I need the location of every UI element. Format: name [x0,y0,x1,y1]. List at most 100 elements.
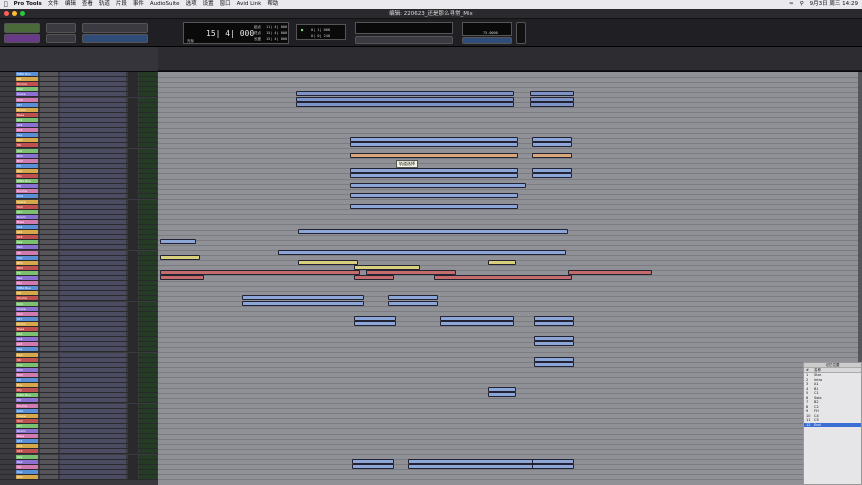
track-buttons[interactable] [40,423,58,428]
track-name[interactable]: Gt1 [16,225,38,229]
audio-clip[interactable] [278,249,566,255]
inserts-view[interactable] [60,434,126,439]
track-name[interactable]: Gt3 [16,342,38,347]
track-volume[interactable] [139,332,157,337]
track-buttons[interactable] [40,378,58,382]
track-volume[interactable] [139,383,157,388]
inserts-view[interactable] [60,225,126,229]
inserts-view[interactable] [60,199,126,204]
track-volume[interactable] [139,189,157,194]
menu-file[interactable]: 文件 [48,0,59,9]
inserts-view[interactable] [60,429,126,433]
inserts-view[interactable] [60,163,126,168]
inserts-view[interactable] [60,77,126,82]
track-volume[interactable] [139,225,157,229]
inserts-view[interactable] [60,342,126,347]
inserts-view[interactable] [60,449,126,454]
inserts-view[interactable] [60,194,126,199]
track-name[interactable]: Gt3 [16,235,38,240]
track-name[interactable]: Key [16,133,38,138]
track-volume[interactable] [139,235,157,240]
inserts-view[interactable] [60,357,126,362]
track-volume[interactable] [139,281,157,286]
track-volume[interactable] [139,372,157,377]
audio-clip[interactable] [388,300,438,306]
track-name[interactable]: Key [16,240,38,245]
audio-clip[interactable] [352,463,394,469]
track-volume[interactable] [139,174,157,178]
track-volume[interactable] [139,209,157,214]
inserts-view[interactable] [60,439,126,444]
audio-clip[interactable] [160,254,200,260]
inserts-view[interactable] [60,454,126,459]
inserts-view[interactable] [60,204,126,209]
col-num[interactable]: # [804,368,814,372]
zoom-buttons[interactable] [46,23,76,33]
inserts-view[interactable] [60,291,126,296]
track-volume[interactable] [139,219,157,224]
track-name[interactable]: Key [16,454,38,459]
edit-window-playlist[interactable] [158,72,862,485]
inserts-view[interactable] [60,474,126,479]
start-value[interactable]: 11| 4| 000 [266,25,287,29]
audio-clip[interactable] [408,463,544,469]
inserts-view[interactable] [60,403,126,408]
inserts-view[interactable] [60,337,126,342]
inserts-view[interactable] [60,270,126,275]
track-name[interactable]: BV1 [16,153,38,158]
search-icon[interactable]: ⚲ [800,0,804,9]
track-name[interactable]: Rev [16,168,38,173]
track-buttons[interactable] [40,403,58,408]
track-buttons[interactable] [40,393,58,398]
audio-clip[interactable] [534,341,574,347]
track-name[interactable]: Pad [16,459,38,464]
track-name[interactable]: Kick [16,408,38,413]
track-name[interactable]: OH [16,423,38,428]
inserts-view[interactable] [60,143,126,148]
tempo-display[interactable]: 75.0000 [462,22,512,36]
inserts-view[interactable] [60,367,126,372]
track-name[interactable]: Dly [16,388,38,393]
inserts-view[interactable] [60,102,126,107]
track-name[interactable]: Dly [16,174,38,178]
track-buttons[interactable] [40,143,58,148]
track-name[interactable]: BV1 [16,367,38,372]
track-volume[interactable] [139,82,157,87]
track-volume[interactable] [139,316,157,321]
end-value[interactable]: 15| 4| 000 [266,31,287,35]
audio-clip[interactable] [532,173,572,178]
audio-clip[interactable] [488,259,516,265]
track-name[interactable]: Gt3 [16,128,38,133]
track-buttons[interactable] [40,362,58,367]
track-volume[interactable] [139,296,157,301]
transport-buttons[interactable] [355,36,453,44]
inserts-view[interactable] [60,362,126,367]
audio-clip[interactable] [350,183,526,189]
track-name[interactable]: FX [16,378,38,382]
grid-nudge[interactable]: ■ 0| 1| 000 0| 0| 240 [296,24,346,40]
track-volume[interactable] [139,367,157,372]
track-buttons[interactable] [40,153,58,158]
track-buttons[interactable] [40,225,58,229]
menu-track[interactable]: 轨道 [99,0,110,9]
track-buttons[interactable] [40,255,58,260]
track-buttons[interactable] [40,434,58,439]
inserts-view[interactable] [60,158,126,163]
track-volume[interactable] [139,87,157,92]
track-name[interactable]: Kick [16,301,38,306]
audio-clip[interactable] [532,458,574,464]
track-name[interactable]: BV2 [16,265,38,270]
audio-clip[interactable] [160,275,204,280]
track-buttons[interactable] [40,209,58,214]
inserts-view[interactable] [60,316,126,321]
grid-value[interactable]: 0| 1| 000 [311,28,330,32]
track-name[interactable]: Gt1 [16,332,38,337]
track-name[interactable]: Key [16,347,38,352]
track-volume[interactable] [139,214,157,219]
track-volume[interactable] [139,133,157,138]
inserts-view[interactable] [60,209,126,214]
track-buttons[interactable] [40,117,58,122]
track-name[interactable]: Str [16,464,38,469]
track-name[interactable]: BV2 [16,158,38,163]
audio-clip[interactable] [534,356,574,362]
